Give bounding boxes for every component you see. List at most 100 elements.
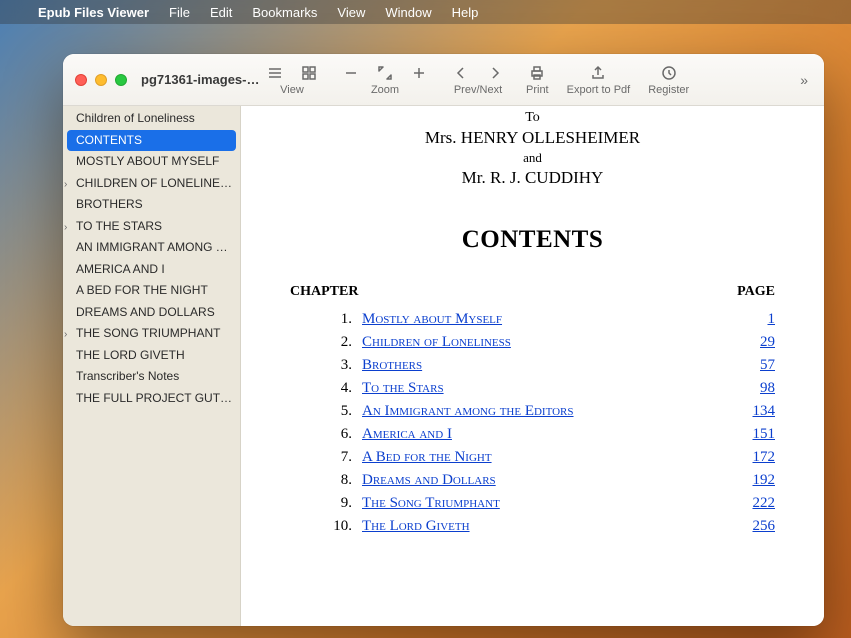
sidebar-item[interactable]: AN IMMIGRANT AMONG T… <box>63 237 240 259</box>
toolbar-zoom: Zoom <box>342 64 428 96</box>
chevron-right-icon[interactable]: › <box>64 176 67 194</box>
toc-page-link[interactable]: 222 <box>735 495 775 512</box>
menubar: Epub Files Viewer File Edit Bookmarks Vi… <box>0 0 851 24</box>
app-menu[interactable]: Epub Files Viewer <box>38 5 149 20</box>
toc-number: 8. <box>290 472 362 489</box>
toc-title-link[interactable]: A Bed for the Night <box>362 449 735 466</box>
toolbar-export: Export to Pdf <box>567 64 631 96</box>
sidebar-item[interactable]: AMERICA AND I <box>63 259 240 281</box>
sidebar-item-label: MOSTLY ABOUT MYSELF <box>76 154 219 168</box>
toc-row: 4.To the Stars98 <box>286 377 779 400</box>
menu-file[interactable]: File <box>169 5 190 20</box>
sidebar-item[interactable]: THE LORD GIVETH <box>63 345 240 367</box>
sidebar-item-label: CONTENTS <box>76 133 142 147</box>
menu-view[interactable]: View <box>337 5 365 20</box>
zoom-button[interactable] <box>115 74 127 86</box>
dedication-to: To <box>286 110 779 126</box>
overflow-icon[interactable]: » <box>800 72 812 88</box>
sidebar-item-label: TO THE STARS <box>76 219 162 233</box>
sidebar-item[interactable]: BROTHERS <box>63 194 240 216</box>
toolbar-register-label: Register <box>648 84 689 96</box>
toc-header: CHAPTER PAGE <box>286 284 779 308</box>
close-button[interactable] <box>75 74 87 86</box>
toc-number: 4. <box>290 380 362 397</box>
toc-page-link[interactable]: 256 <box>735 518 775 535</box>
chevron-left-icon[interactable] <box>452 64 470 82</box>
toc-page-link[interactable]: 57 <box>735 357 775 374</box>
sidebar-item[interactable]: A BED FOR THE NIGHT <box>63 280 240 302</box>
titlebar: pg71361-images-3… View Zoom <box>63 54 824 106</box>
toolbar: View Zoom Prev/Next <box>266 64 812 96</box>
toc-page-link[interactable]: 192 <box>735 472 775 489</box>
contents-heading: CONTENTS <box>286 226 779 254</box>
dedication: To Mrs. HENRY OLLESHEIMER and Mr. R. J. … <box>286 110 779 188</box>
toolbar-prevnext: Prev/Next <box>452 64 504 96</box>
sidebar-item-label: A BED FOR THE NIGHT <box>76 283 208 297</box>
toc-title-link[interactable]: An Immigrant among the Editors <box>362 403 735 420</box>
toc-header-page: PAGE <box>737 284 775 300</box>
toc-number: 1. <box>290 311 362 328</box>
toc-row: 5.An Immigrant among the Editors134 <box>286 400 779 423</box>
sidebar-item[interactable]: Transcriber's Notes <box>63 366 240 388</box>
plus-icon[interactable] <box>410 64 428 82</box>
menu-edit[interactable]: Edit <box>210 5 232 20</box>
sidebar-item[interactable]: DREAMS AND DOLLARS <box>63 302 240 324</box>
sidebar: Children of Loneliness CONTENTS MOSTLY ABO… <box>63 106 241 626</box>
chevron-right-icon[interactable]: › <box>64 326 67 344</box>
toc-header-chapter: CHAPTER <box>290 284 358 300</box>
sidebar-item-label: CHILDREN OF LONELINESS <box>76 176 236 190</box>
toc-title-link[interactable]: To the Stars <box>362 380 735 397</box>
chevron-right-icon[interactable] <box>486 64 504 82</box>
menu-window[interactable]: Window <box>385 5 431 20</box>
sidebar-item[interactable]: ›THE SONG TRIUMPHANT <box>63 323 240 345</box>
toc-number: 7. <box>290 449 362 466</box>
sidebar-item-label: AMERICA AND I <box>76 262 165 276</box>
grid-icon[interactable] <box>300 64 318 82</box>
toc-title-link[interactable]: The Song Triumphant <box>362 495 735 512</box>
toolbar-register: Register <box>648 64 689 96</box>
toolbar-view-label: View <box>280 84 304 96</box>
toolbar-prevnext-label: Prev/Next <box>454 84 502 96</box>
toc-page-link[interactable]: 134 <box>735 403 775 420</box>
sidebar-item-label: Children of Loneliness <box>76 111 195 125</box>
printer-icon[interactable] <box>528 64 546 82</box>
toc-row: 7.A Bed for the Night172 <box>286 446 779 469</box>
toc-title-link[interactable]: America and I <box>362 426 735 443</box>
sidebar-item[interactable]: › CHILDREN OF LONELINESS <box>63 173 240 195</box>
minimize-button[interactable] <box>95 74 107 86</box>
sidebar-item[interactable]: THE FULL PROJECT GUTE… <box>63 388 240 410</box>
toc-page-link[interactable]: 29 <box>735 334 775 351</box>
toc-row: 6.America and I151 <box>286 423 779 446</box>
toolbar-print-label: Print <box>526 84 549 96</box>
toc-row: 2.Children of Loneliness29 <box>286 331 779 354</box>
toc-page-link[interactable]: 151 <box>735 426 775 443</box>
minus-icon[interactable] <box>342 64 360 82</box>
toc-page-link[interactable]: 172 <box>735 449 775 466</box>
fit-icon[interactable] <box>376 64 394 82</box>
toc-title-link[interactable]: Mostly about Myself <box>362 311 735 328</box>
export-icon[interactable] <box>589 64 607 82</box>
toolbar-view: View <box>266 64 318 96</box>
list-icon[interactable] <box>266 64 284 82</box>
toc-row: 9.The Song Triumphant222 <box>286 492 779 515</box>
chevron-right-icon[interactable]: › <box>64 219 67 237</box>
sidebar-item[interactable]: Children of Loneliness <box>63 108 240 130</box>
sidebar-item-label: DREAMS AND DOLLARS <box>76 305 215 319</box>
sidebar-item[interactable]: › TO THE STARS <box>63 216 240 238</box>
sidebar-item[interactable]: MOSTLY ABOUT MYSELF <box>63 151 240 173</box>
dedication-name1: Mrs. HENRY OLLESHEIMER <box>286 128 779 148</box>
register-icon[interactable] <box>660 64 678 82</box>
toc-title-link[interactable]: The Lord Giveth <box>362 518 735 535</box>
sidebar-item[interactable]: CONTENTS <box>67 130 236 152</box>
sidebar-item-label: THE LORD GIVETH <box>76 348 185 362</box>
toc-page-link[interactable]: 98 <box>735 380 775 397</box>
toc-page-link[interactable]: 1 <box>735 311 775 328</box>
menu-help[interactable]: Help <box>452 5 479 20</box>
toc-title-link[interactable]: Children of Loneliness <box>362 334 735 351</box>
toc-title-link[interactable]: Dreams and Dollars <box>362 472 735 489</box>
toc-title-link[interactable]: Brothers <box>362 357 735 374</box>
toc-number: 3. <box>290 357 362 374</box>
toc-row: 1.Mostly about Myself1 <box>286 308 779 331</box>
menu-bookmarks[interactable]: Bookmarks <box>252 5 317 20</box>
content-area[interactable]: To Mrs. HENRY OLLESHEIMER and Mr. R. J. … <box>241 106 824 626</box>
